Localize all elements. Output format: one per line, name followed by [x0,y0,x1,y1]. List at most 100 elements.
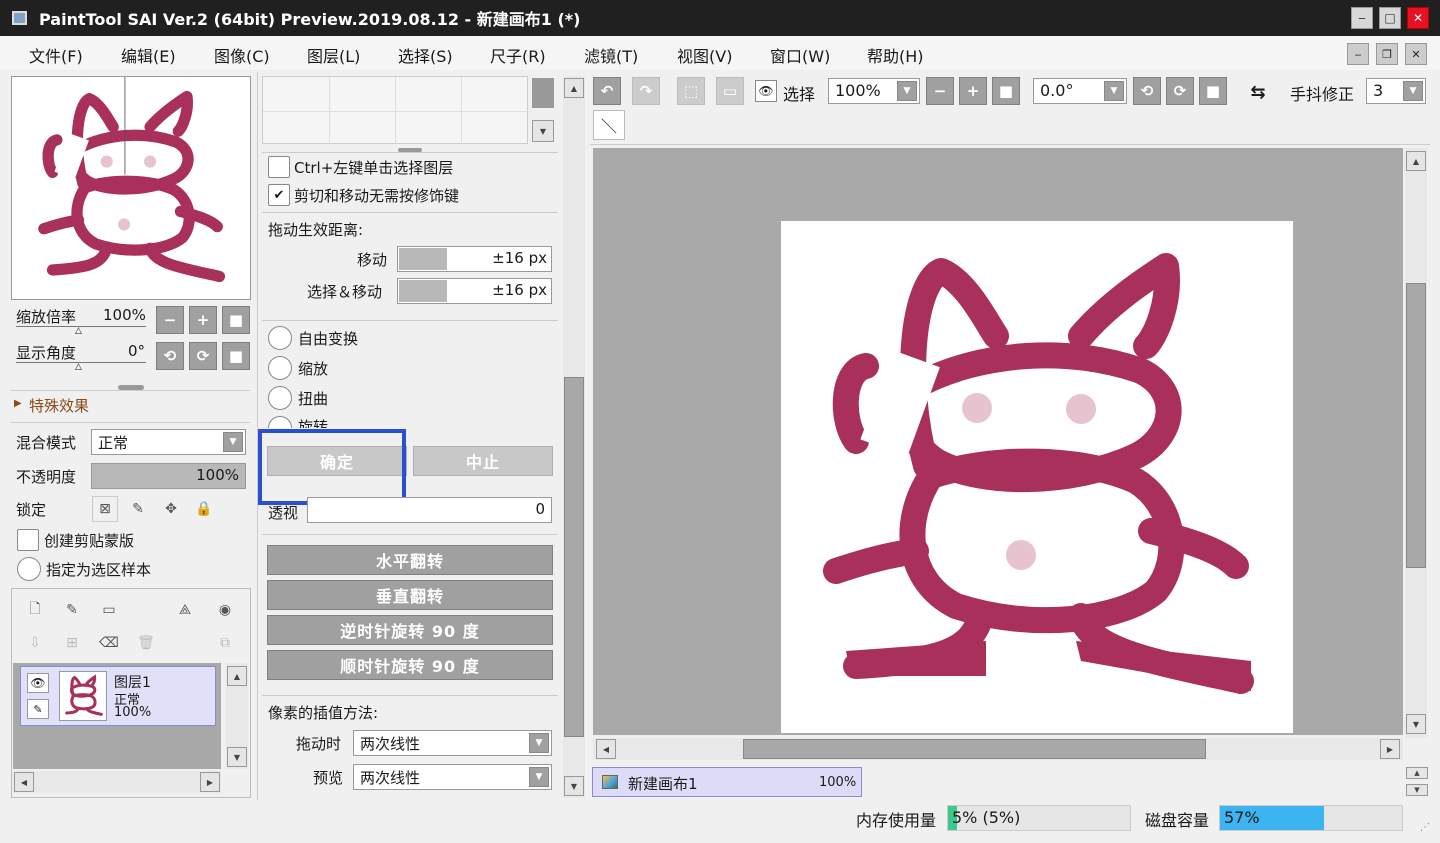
new-layer-icon[interactable]: 🗋 [22,597,48,623]
opacity-slider[interactable]: 100% [91,463,246,489]
menu-filter[interactable]: 滤镜(T) [584,43,638,67]
zoom-reset-button[interactable]: ■ [222,306,250,334]
lock-paint-icon[interactable]: ✎ [125,496,151,522]
rotate-radio[interactable] [268,416,292,428]
merge-down-icon[interactable]: ⇩ [22,630,48,656]
new-folder-icon[interactable]: ▭ [96,597,122,623]
cancel-button[interactable]: 中止 [413,446,553,476]
free-transform-radio[interactable] [268,326,292,350]
eye-icon[interactable]: 👁 [755,80,777,102]
scroll-down-icon[interactable]: ▼ [564,776,584,796]
drag-interp-select[interactable]: 两次线性 ▼ [353,730,552,756]
rotate-reset-button[interactable]: ■ [222,342,250,370]
toolbar-rotate-left-button[interactable]: ⟲ [1133,77,1161,105]
scroll-up-icon[interactable]: ▲ [564,78,584,98]
minimize-button[interactable]: ‒ [1351,7,1373,29]
stabilizer-select[interactable]: 3 ▼ [1366,78,1426,104]
scroll-up-icon[interactable]: ▲ [227,666,247,686]
undo-button[interactable]: ↶ [593,77,621,105]
navigator-preview[interactable] [11,76,251,300]
clear-layer-icon[interactable]: ⌫ [96,630,122,656]
scroll-left-icon[interactable]: ◀ [596,739,616,759]
toolbar-zoom-reset-button[interactable]: ■ [992,77,1020,105]
angle-select[interactable]: 0.0° ▼ [1033,78,1127,104]
tabs-scroll-up-icon[interactable]: ▲ [1406,767,1428,779]
rotate-left-button[interactable]: ⟲ [156,342,184,370]
zoom-out-button[interactable]: − [156,306,184,334]
perspective-input[interactable]: 0 [307,497,552,523]
lock-move-icon[interactable]: ✥ [158,496,184,522]
mdi-restore-button[interactable]: ❐ [1376,43,1398,65]
scroll-down-icon[interactable]: ▼ [1406,714,1426,734]
menu-window[interactable]: 窗口(W) [770,43,830,67]
layer-mask-icon[interactable]: ◉ [212,597,238,623]
menu-edit[interactable]: 编辑(E) [121,43,176,67]
angle-slider-handle[interactable]: △ [75,362,82,372]
redo-button[interactable]: ↷ [632,77,660,105]
toolbar-zoom-in-button[interactable]: + [959,77,987,105]
rotate-cw-button[interactable]: 顺时针旋转 90 度 [267,650,553,680]
scroll-up-icon[interactable]: ▲ [1406,151,1426,171]
canvas-hscroll-thumb[interactable] [743,739,1206,759]
tool-grid-scroll-handle[interactable] [532,78,554,108]
close-button[interactable]: ✕ [1407,7,1429,29]
tabs-scroll-down-icon[interactable]: ▼ [1406,784,1428,796]
flip-horizontal-button[interactable]: 水平翻转 [267,545,553,575]
menu-image[interactable]: 图像(C) [214,43,270,67]
layer-row[interactable]: 👁 ✎ 图层1 正常 100% [20,666,216,726]
mdi-close-button[interactable]: ✕ [1405,43,1427,65]
rotate-ccw-button[interactable]: 逆时针旋转 90 度 [267,615,553,645]
mdi-minimize-button[interactable]: ‒ [1347,43,1369,65]
menu-help[interactable]: 帮助(H) [867,43,924,67]
scroll-left-icon[interactable]: ◀ [14,772,34,792]
new-linework-layer-icon[interactable]: ✎ [59,597,85,623]
preview-interp-select[interactable]: 两次线性 ▼ [353,764,552,790]
menu-select[interactable]: 选择(S) [398,43,453,67]
apply-mask-icon[interactable]: ⊞ [59,630,85,656]
rotate-right-button[interactable]: ⟳ [189,342,217,370]
zoom-slider-handle[interactable]: △ [75,326,82,336]
clip-mask-checkbox[interactable] [17,529,39,551]
layer-list-hscrollbar[interactable] [13,771,221,793]
zoom-select[interactable]: 100% ▼ [828,78,920,104]
toolbar-rotate-reset-button[interactable]: ■ [1199,77,1227,105]
menu-layer[interactable]: 图层(L) [307,43,360,67]
pencil-icon[interactable]: ✎ [27,699,49,719]
toolbar-rotate-right-button[interactable]: ⟳ [1166,77,1194,105]
scroll-right-icon[interactable]: ▶ [200,772,220,792]
straight-line-icon[interactable]: ＼ [593,110,625,140]
canvas-vscroll-thumb[interactable] [1406,283,1426,568]
layer-properties-icon[interactable]: ⧉ [212,630,238,656]
canvas[interactable] [781,221,1293,733]
scale-radio[interactable] [268,356,292,380]
menu-view[interactable]: 视图(V) [677,43,732,67]
expand-arrow-icon[interactable]: ▶ [14,398,22,409]
blend-mode-select[interactable]: 正常 ▼ [91,429,246,455]
deselect-button[interactable]: ⬚ [677,77,705,105]
invert-selection-button[interactable]: ▭ [716,77,744,105]
flip-view-icon[interactable]: ⇆ [1244,80,1272,104]
selection-sample-toggle[interactable] [17,557,41,581]
no-modifier-checkbox[interactable]: ✔ [268,184,290,206]
scroll-thumb[interactable] [564,377,584,737]
delete-layer-icon[interactable]: 🗑 [133,630,159,656]
layer-effects-icon[interactable]: ⟁ [172,597,198,623]
move-distance-slider[interactable]: ±16 px [397,246,552,272]
eye-icon[interactable]: 👁 [27,673,49,693]
toolbar-zoom-out-button[interactable]: − [926,77,954,105]
ctrl-click-checkbox[interactable] [268,156,290,178]
chevron-down-icon[interactable]: ▼ [532,120,554,142]
menu-file[interactable]: 文件(F) [29,43,83,67]
resize-grip-icon[interactable]: ⋰ [1420,822,1430,833]
canvas-tab[interactable]: 新建画布1 100% [592,767,862,797]
lock-transparency-icon[interactable]: ⊠ [92,496,118,522]
distort-radio[interactable] [268,386,292,410]
effects-header[interactable]: 特殊效果 [29,395,89,416]
select-move-distance-slider[interactable]: ±16 px [397,278,552,304]
scroll-right-icon[interactable]: ▶ [1380,739,1400,759]
menu-ruler[interactable]: 尺子(R) [490,43,546,67]
zoom-in-button[interactable]: + [189,306,217,334]
flip-vertical-button[interactable]: 垂直翻转 [267,580,553,610]
maximize-button[interactable]: □ [1379,7,1401,29]
lock-all-icon[interactable]: 🔒 [191,496,217,522]
